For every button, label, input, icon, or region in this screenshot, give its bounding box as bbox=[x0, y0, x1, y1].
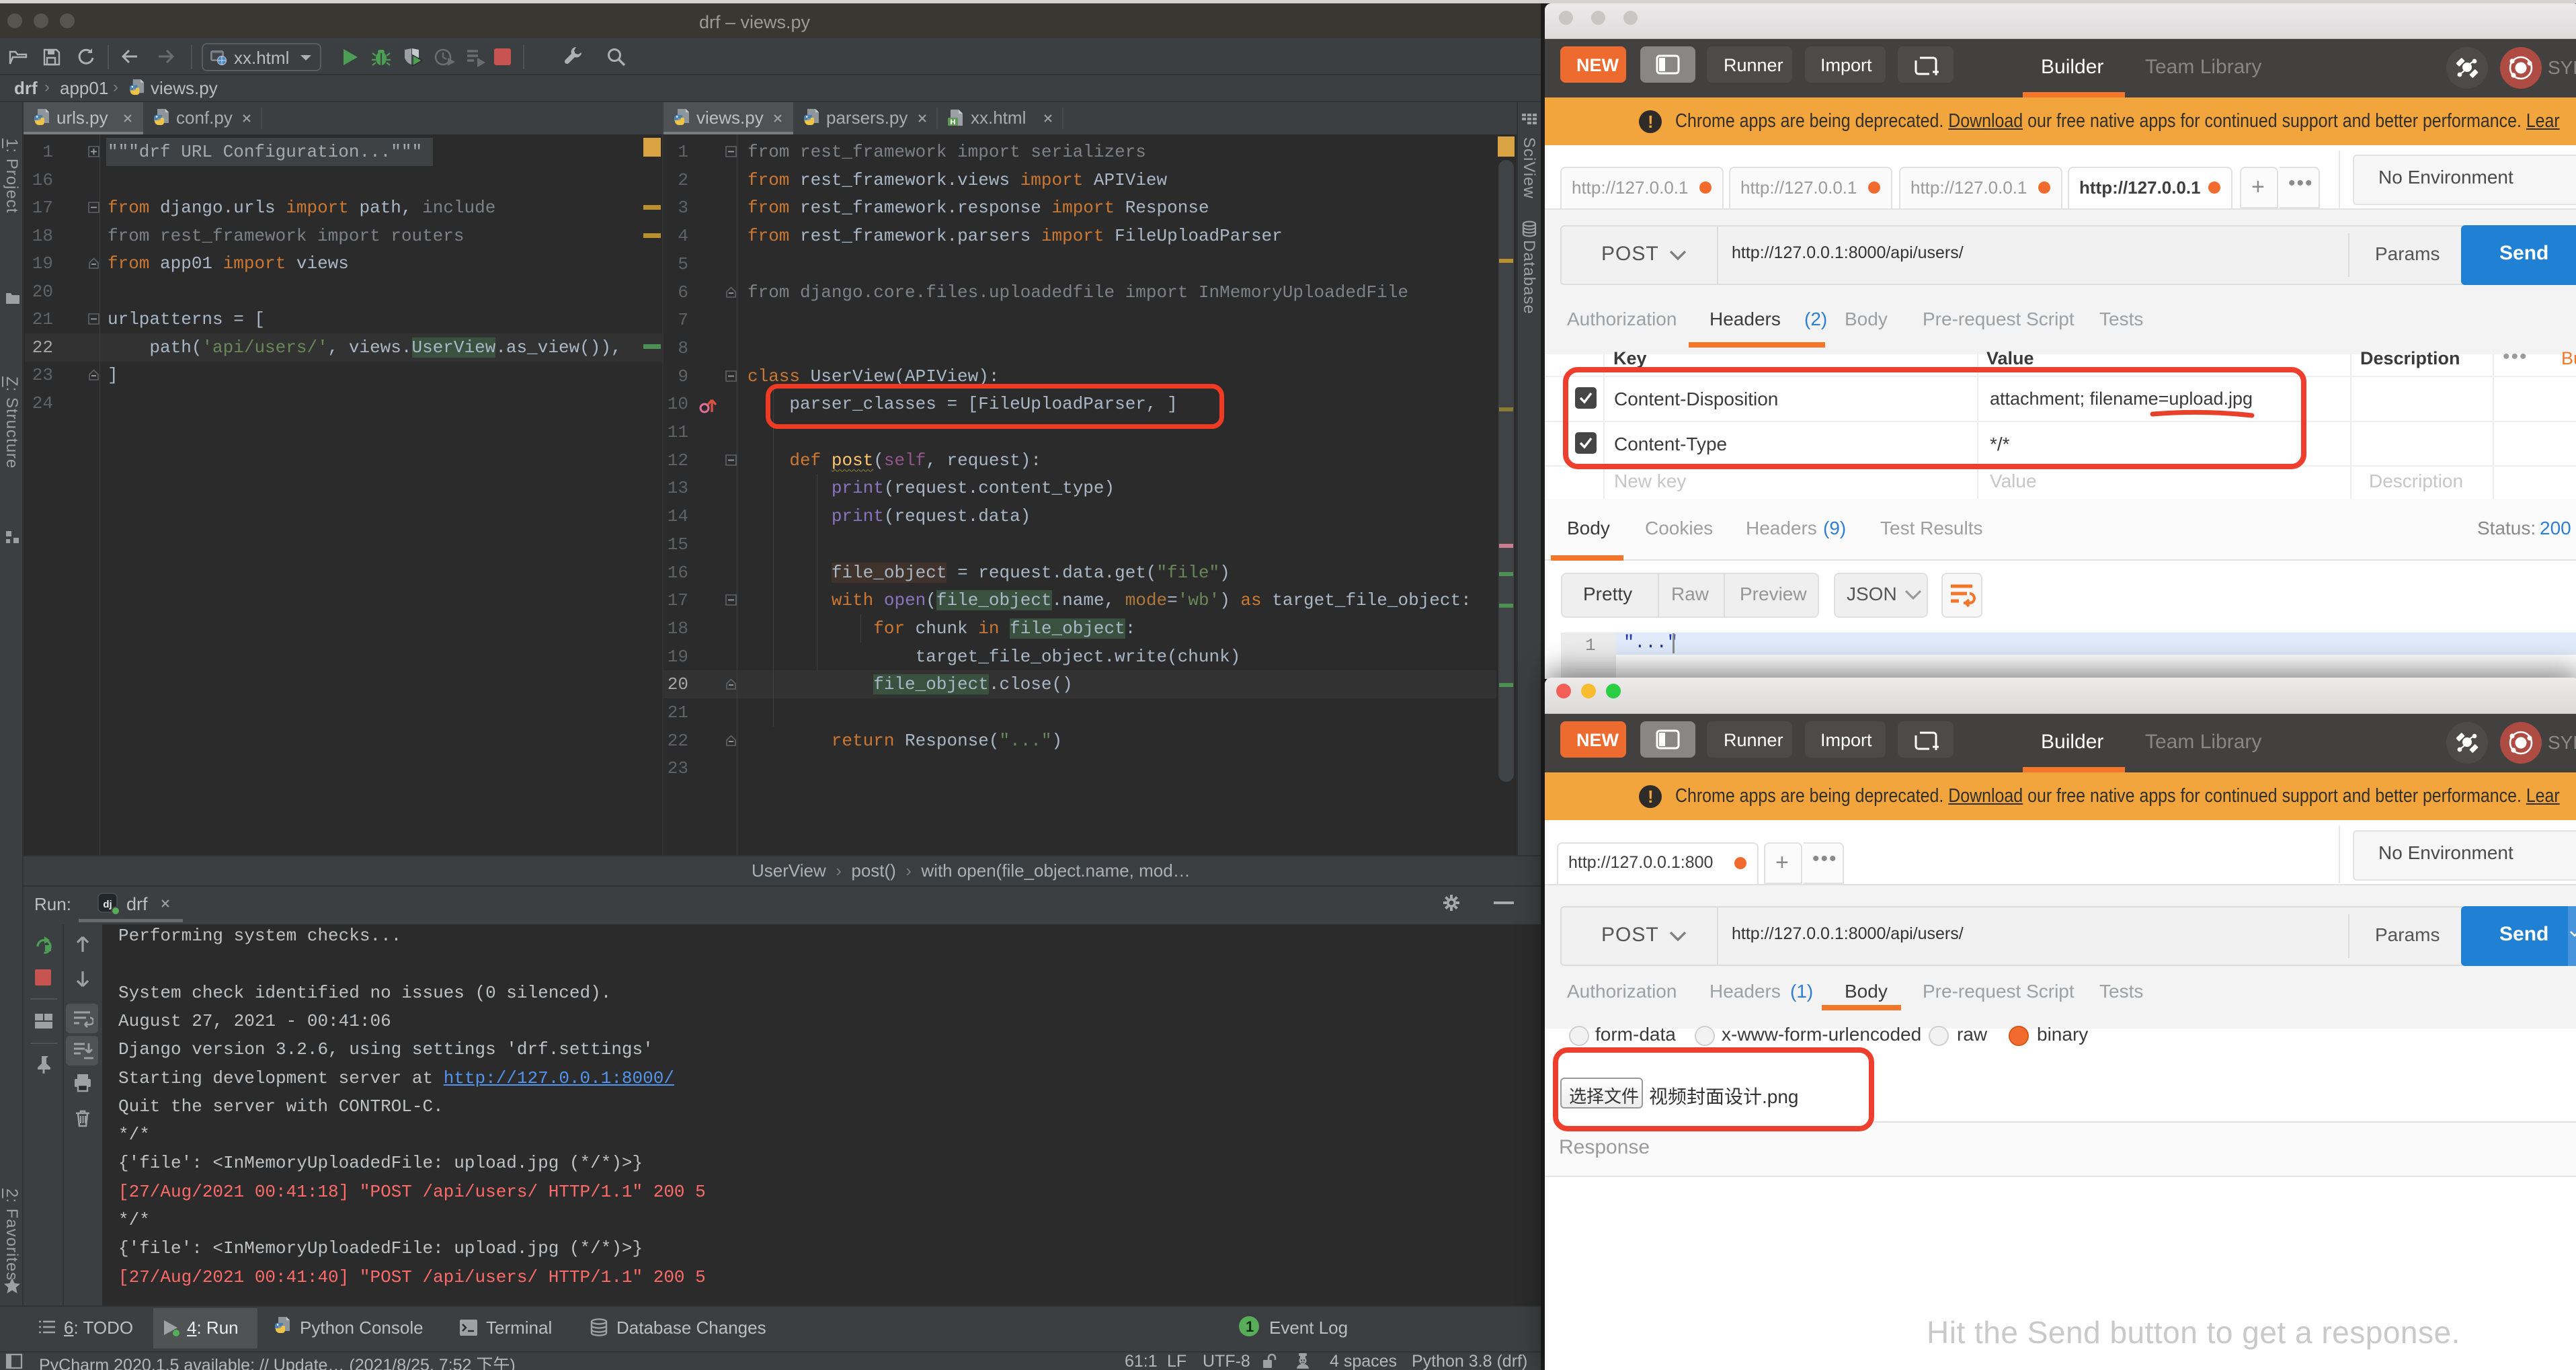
svg-text:H: H bbox=[951, 118, 956, 126]
svg-text:dj: dj bbox=[103, 899, 112, 910]
